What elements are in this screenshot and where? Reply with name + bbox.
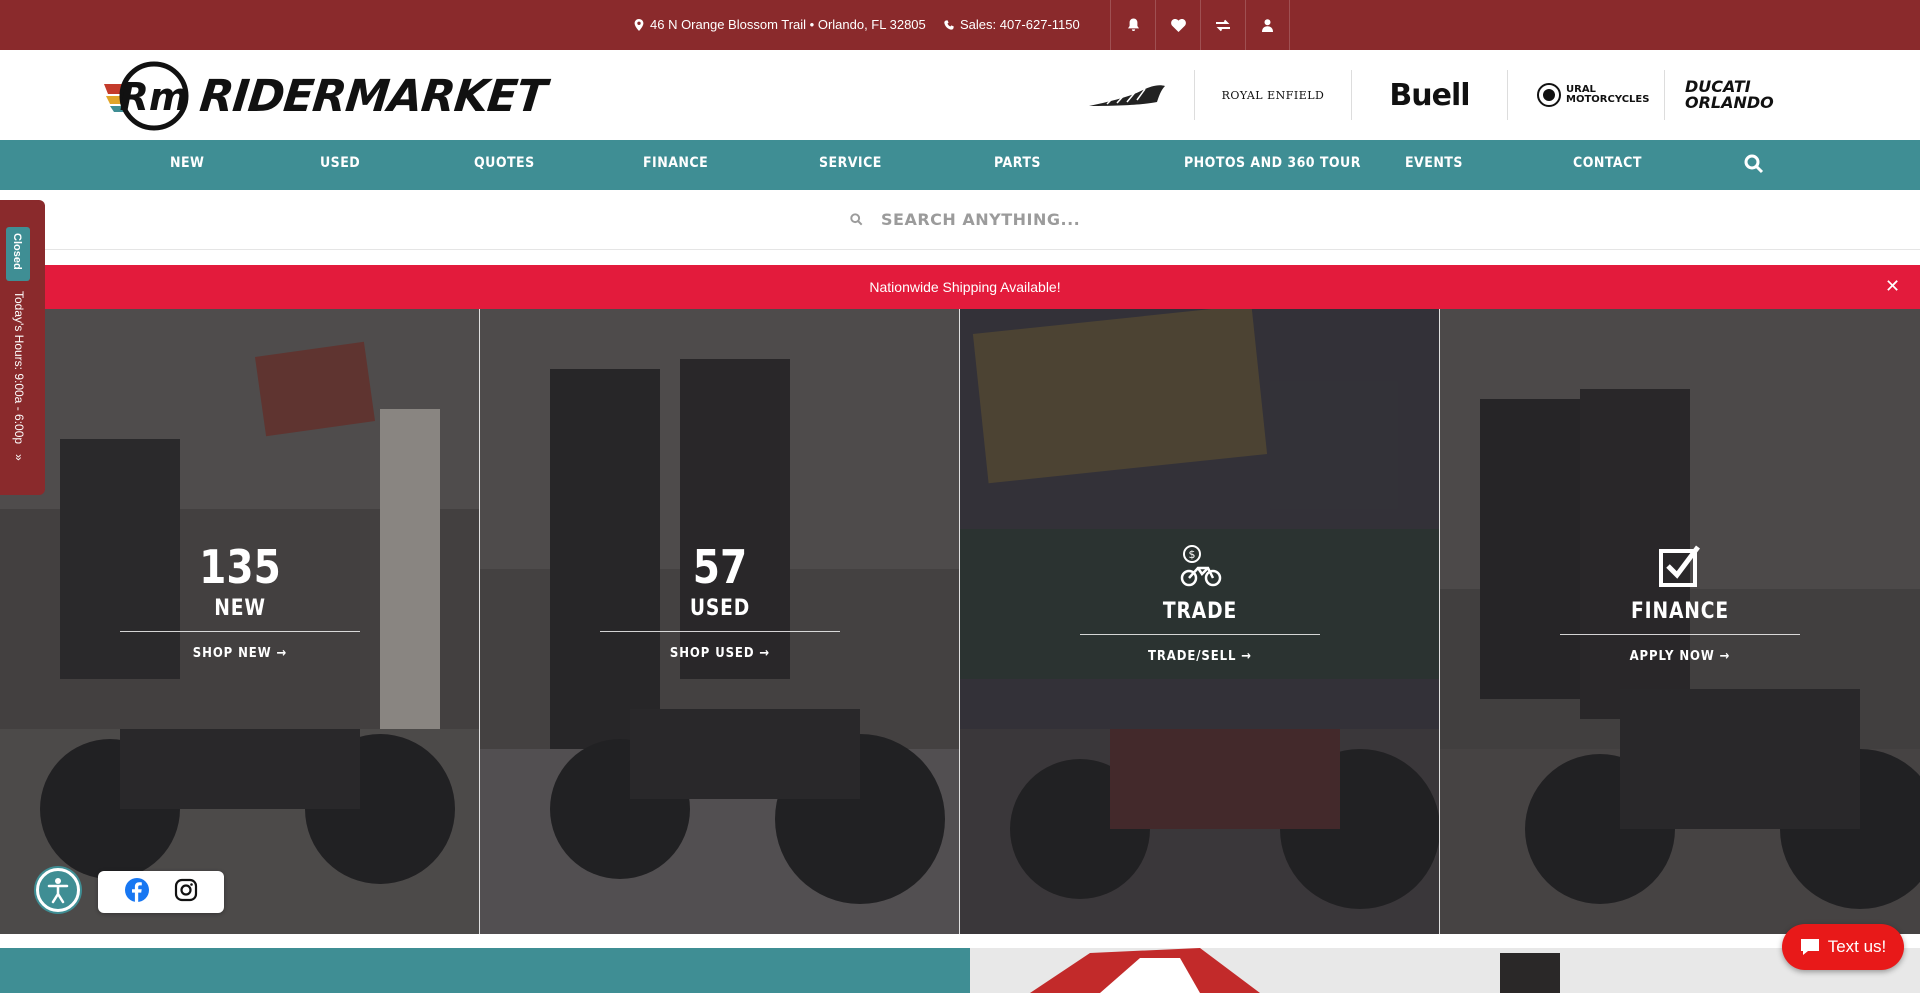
instagram-link[interactable] [174,878,198,907]
brand-ural[interactable]: URAL MOTORCYCLES [1508,70,1665,120]
accessibility-button[interactable] [36,868,80,912]
compare-button[interactable] [1200,0,1245,50]
brand-ural-text: URAL MOTORCYCLES [1566,84,1650,105]
panel-trade-content: $ TRADE TRADE/SELL → [960,544,1439,664]
account-button[interactable] [1245,0,1290,50]
text-us-label: Text us! [1827,937,1887,956]
map-pin-icon [634,18,644,31]
ural-emblem-icon [1537,83,1561,107]
nav-search-button[interactable] [1744,154,1764,179]
brand-royal-enfield[interactable]: ROYAL ENFIELD [1195,70,1352,120]
panel-new-content: 135 NEW SHOP NEW → [0,540,479,661]
brand-ducati-text: DUCATI ORLANDO [1685,77,1774,112]
sales-phone-link[interactable]: Sales: 407-627-1150 [944,17,1080,32]
nav-contact[interactable]: CONTACT [1573,155,1642,171]
trade-label: TRADE [1162,599,1238,624]
address-link[interactable]: 46 N Orange Blossom Trail • Orlando, FL … [634,17,926,32]
panel-finance-content: FINANCE APPLY NOW → [1440,544,1920,664]
site-header: Rm RIDERMARKET ROYAL ENFIELD Buell URAL … [0,50,1920,140]
nav-photos-360-tour[interactable]: PHOTOS AND 360 TOUR [1184,155,1361,171]
divider [1560,634,1800,635]
heart-icon [1170,18,1186,32]
divider [1080,634,1320,635]
panel-used[interactable]: 57 USED SHOP USED → [480,309,960,934]
divider [600,631,840,632]
search-placeholder: SEARCH ANYTHING... [881,210,1081,229]
indian-headdress-icon [1089,85,1165,106]
chat-bubble-icon [1800,939,1819,955]
svg-text:$: $ [1189,548,1196,561]
user-icon [1262,18,1273,32]
used-count: 57 [692,540,748,594]
logo-mark-text: Rm [120,75,189,119]
phone-icon [944,19,954,30]
accessibility-icon [47,878,69,904]
nav-service[interactable]: SERVICE [819,155,882,171]
trade-sell-link[interactable]: TRADE/SELL → [984,649,1416,664]
panel-finance[interactable]: FINANCE APPLY NOW → [1440,309,1920,934]
store-status-text: Closed [11,233,23,270]
favorites-button[interactable] [1155,0,1200,50]
close-banner-button[interactable]: ✕ [1885,276,1900,297]
used-label: USED [689,596,751,621]
brand-royal-enfield-text: ROYAL ENFIELD [1221,88,1325,102]
store-hours-tab[interactable]: Closed Today's Hours: 9:00a - 6:00p » [0,200,45,495]
brand-ducati[interactable]: DUCATI ORLANDO [1665,70,1800,120]
hero-panels: 135 NEW SHOP NEW → 57 USED SHOP USED → $… [0,309,1920,934]
ridermarket-logo[interactable]: Rm RIDERMARKET [104,60,549,132]
apply-now-link[interactable]: APPLY NOW → [1464,649,1896,664]
search-bar: SEARCH ANYTHING... [0,190,1920,250]
new-label: NEW [214,596,266,621]
brand-logos: ROYAL ENFIELD Buell URAL MOTORCYCLES DUC… [1060,70,1800,120]
divider [120,631,360,632]
panel-trade[interactable]: $ TRADE TRADE/SELL → [960,309,1440,934]
nav-events[interactable]: EVENTS [1405,155,1463,171]
rm-logo-mark: Rm [104,61,189,131]
nav-used[interactable]: USED [320,155,360,171]
todays-hours-text: Today's Hours: 9:00a - 6:00p [12,291,26,445]
shipping-banner: Nationwide Shipping Available! ✕ [0,265,1920,309]
nav-finance[interactable]: FINANCE [643,155,708,171]
facebook-icon [124,877,149,902]
search-icon [1744,154,1764,174]
logo-wordmark: RIDERMARKET [197,70,549,122]
search-input[interactable]: SEARCH ANYTHING... [850,210,1080,229]
address-text: 46 N Orange Blossom Trail • Orlando, FL … [650,17,926,32]
instagram-icon [174,878,197,901]
brand-buell[interactable]: Buell [1352,70,1508,120]
nav-quotes[interactable]: QUOTES [474,155,535,171]
nav-parts[interactable]: PARTS [994,155,1041,171]
search-icon [850,213,863,226]
topbar-icon-group [1110,0,1290,50]
panel-used-content: 57 USED SHOP USED → [480,540,959,661]
next-section-image [970,948,1920,993]
sales-phone-text: Sales: 407-627-1150 [960,17,1080,32]
finance-label: FINANCE [1631,599,1729,624]
checkbox-icon [1659,545,1700,587]
store-status-badge: Closed [6,227,30,281]
panel-new[interactable]: 135 NEW SHOP NEW → [0,309,480,934]
top-info-bar: 46 N Orange Blossom Trail • Orlando, FL … [0,0,1920,50]
brand-indian[interactable] [1060,70,1195,120]
bell-icon [1127,18,1139,31]
shop-new-link[interactable]: SHOP NEW → [24,646,456,661]
text-us-button[interactable]: Text us! [1782,924,1904,970]
shipping-banner-text: Nationwide Shipping Available! [869,279,1061,295]
new-count: 135 [199,540,281,594]
hours-toggle-icon: » [12,454,26,461]
main-nav: NEW USED QUOTES FINANCE SERVICE PARTS PH… [0,140,1920,190]
next-section-peek [0,948,1920,993]
compare-icon [1216,19,1230,31]
trade-motorcycle-icon: $ [1180,545,1222,587]
facebook-link[interactable] [124,877,149,907]
shop-used-link[interactable]: SHOP USED → [504,646,936,661]
social-links [98,871,224,913]
nav-new[interactable]: NEW [170,155,204,171]
notifications-button[interactable] [1110,0,1155,50]
brand-buell-text: Buell [1389,77,1470,113]
